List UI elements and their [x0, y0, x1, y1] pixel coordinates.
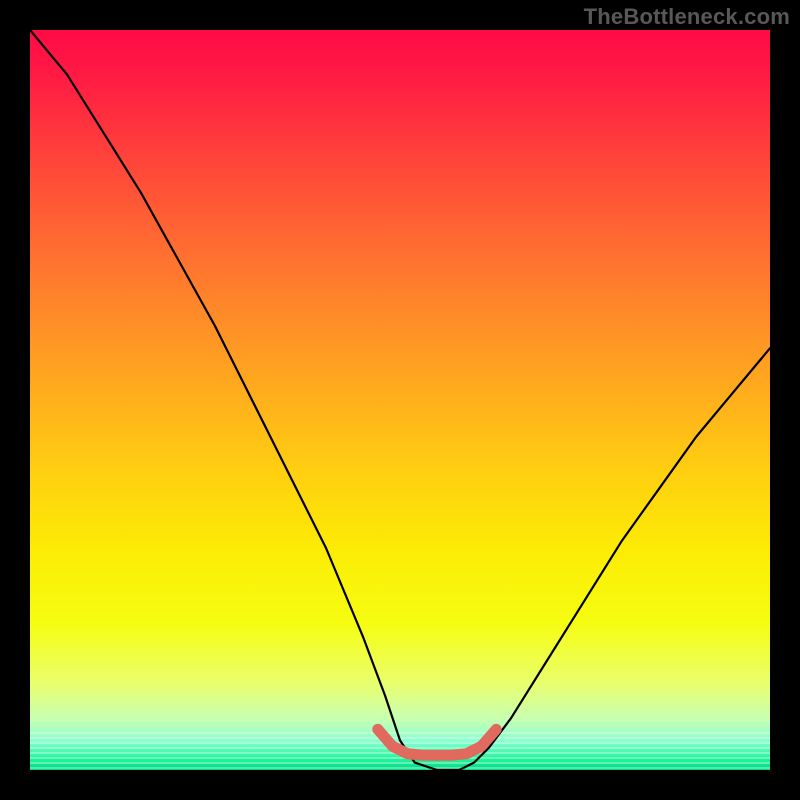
- coral-flat-segment: [378, 729, 496, 755]
- black-curve: [30, 30, 770, 770]
- plot-area: [30, 30, 770, 770]
- watermark-text: TheBottleneck.com: [584, 4, 790, 30]
- chart-frame: TheBottleneck.com: [0, 0, 800, 800]
- curve-layer: [30, 30, 770, 770]
